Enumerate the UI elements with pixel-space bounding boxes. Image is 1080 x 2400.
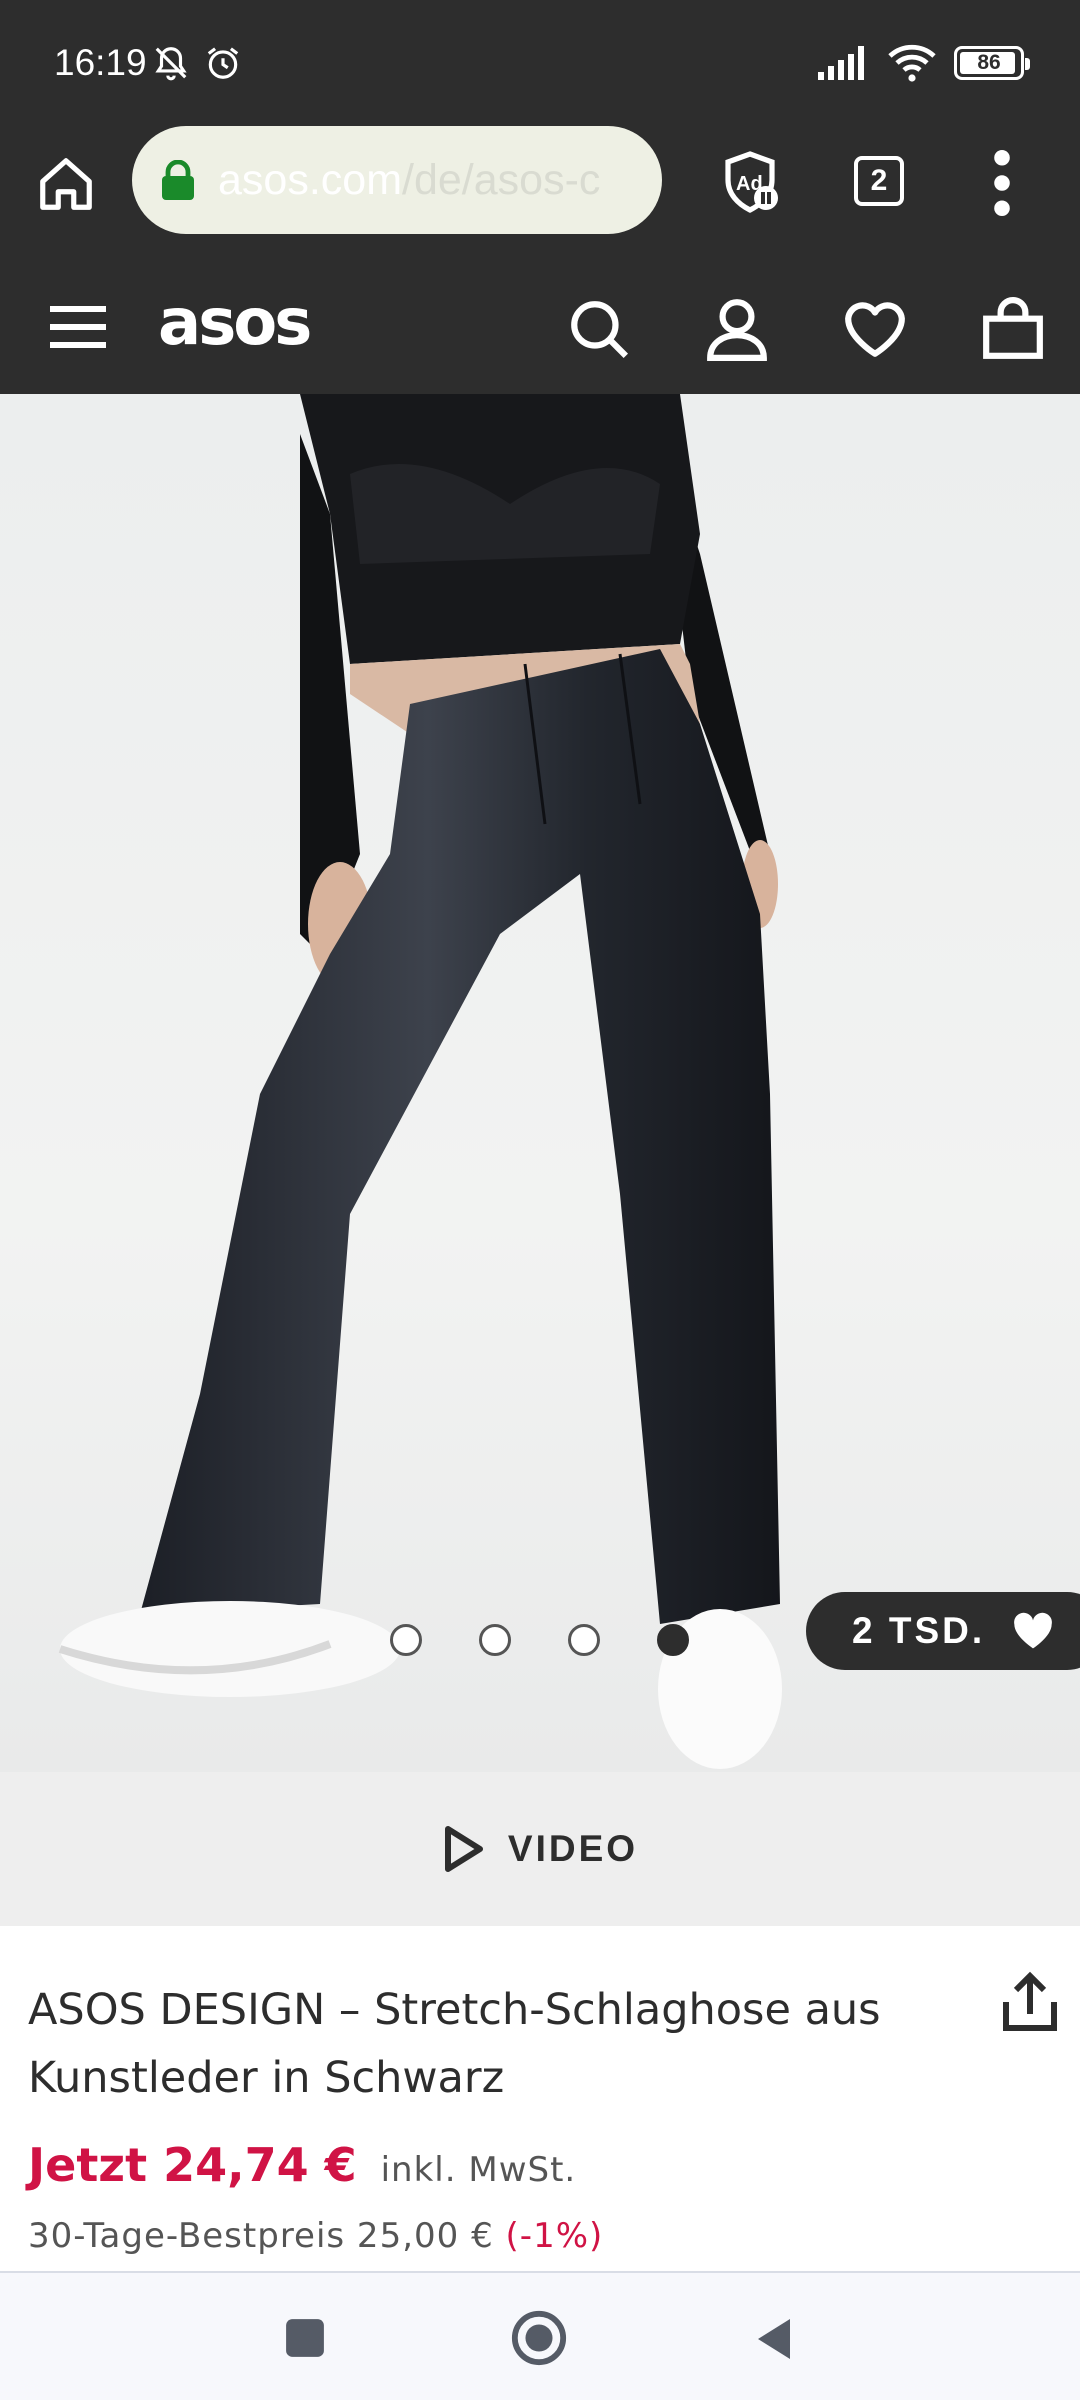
- battery-level: 86: [977, 51, 1001, 74]
- recent-apps-icon[interactable]: [284, 2317, 326, 2359]
- account-icon[interactable]: [704, 296, 770, 362]
- lowest-price-text: 30-Tage-Bestpreis 25,00 €: [28, 2216, 494, 2256]
- menu-icon[interactable]: [990, 148, 1014, 218]
- heart-icon: [1014, 1612, 1053, 1649]
- product-image[interactable]: [0, 394, 1080, 1772]
- play-icon: [444, 1826, 483, 1872]
- carousel-dot[interactable]: [568, 1624, 600, 1656]
- home-button-icon[interactable]: [510, 2309, 568, 2367]
- home-icon: [40, 158, 92, 210]
- adblock-icon[interactable]: Ad: [718, 150, 782, 214]
- alarm-icon: [207, 47, 239, 79]
- share-icon[interactable]: [1000, 1970, 1060, 2034]
- status-icons-left: [152, 44, 242, 82]
- discount-percent: (-1%): [505, 2216, 604, 2256]
- asos-logo[interactable]: asos: [158, 286, 312, 360]
- system-navigation-bar: [0, 2271, 1080, 2400]
- tax-note: inkl. MwSt.: [380, 2150, 577, 2190]
- hamburger-menu-icon[interactable]: [50, 302, 106, 350]
- search-icon[interactable]: [566, 296, 632, 362]
- wishlist-count-badge[interactable]: 2 TSD.: [806, 1592, 1080, 1670]
- current-price: Jetzt 24,74 €: [28, 2138, 357, 2192]
- lowest-price-info: 30-Tage-Bestpreis 25,00 € (-1%): [28, 2216, 603, 2256]
- url-host: asos.com: [218, 155, 403, 204]
- browser-toolbar: asos.com/de/asos-c Ad 2: [0, 126, 1080, 260]
- product-title: ASOS DESIGN – Stretch-Schlaghose aus Kun…: [28, 1985, 881, 2103]
- tabs-button[interactable]: 2: [854, 156, 904, 206]
- battery-icon: 86: [954, 46, 1030, 80]
- url-bar[interactable]: asos.com/de/asos-c: [132, 126, 662, 234]
- price-row: Jetzt 24,74 € inkl. MwSt.: [28, 2138, 576, 2192]
- video-button[interactable]: VIDEO: [0, 1772, 1080, 1926]
- carousel-dot[interactable]: [390, 1624, 422, 1656]
- video-label: VIDEO: [507, 1828, 639, 1869]
- site-header: asos: [0, 260, 1080, 394]
- url-path: /de/asos-c: [402, 155, 601, 204]
- product-photo: [58, 394, 782, 1769]
- url-text: asos.com/de/asos-c: [218, 156, 600, 205]
- wifi-icon: [888, 44, 936, 82]
- product-details: ASOS DESIGN – Stretch-Schlaghose aus Kun…: [0, 1926, 1080, 2271]
- status-time: 16:19: [54, 42, 147, 83]
- carousel-dot-active[interactable]: [657, 1624, 689, 1656]
- wishlist-icon[interactable]: [842, 296, 908, 362]
- tab-count: 2: [870, 164, 888, 197]
- back-icon[interactable]: [754, 2315, 794, 2363]
- carousel-dot[interactable]: [479, 1624, 511, 1656]
- lock-icon: [162, 160, 194, 200]
- status-bar: 16:19 86: [0, 0, 1080, 126]
- browser-home-button[interactable]: [30, 148, 102, 220]
- bag-icon[interactable]: [980, 296, 1046, 362]
- status-icons-right: 86: [818, 44, 1030, 82]
- signal-icon: [818, 46, 864, 80]
- notifications-muted-icon: [155, 47, 187, 81]
- wishlist-count-label: 2 TSD.: [852, 1610, 986, 1651]
